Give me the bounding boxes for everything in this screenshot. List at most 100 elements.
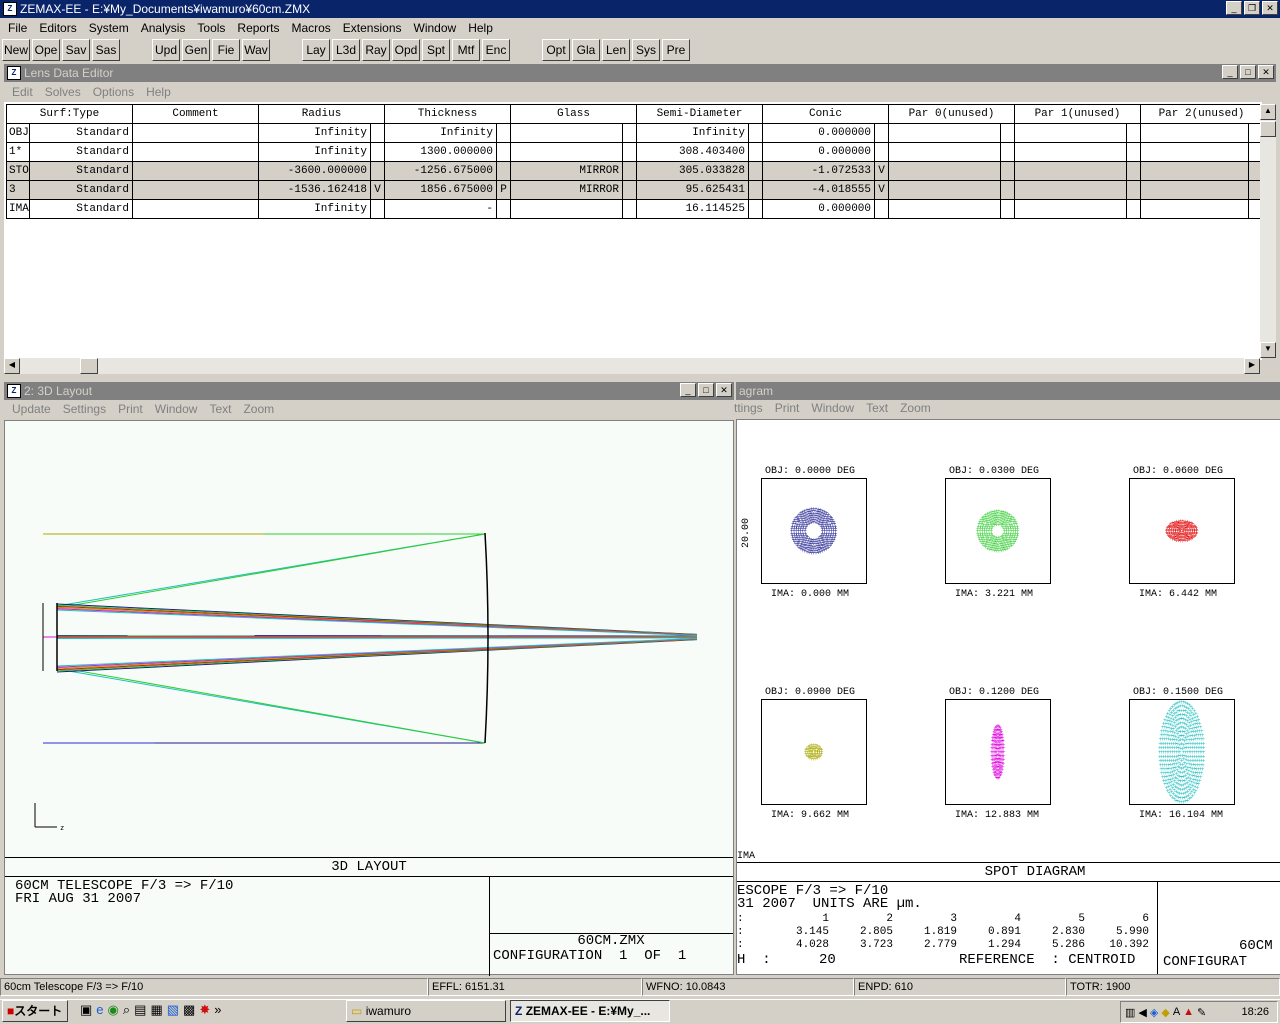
tray-icon[interactable]: ▥ <box>1125 1006 1135 1019</box>
radius-cell[interactable]: Infinity <box>258 142 371 162</box>
thickness-cell[interactable]: - <box>384 199 497 219</box>
par0-solve-cell[interactable] <box>1000 142 1015 162</box>
scroll-right-arrow-icon[interactable]: ▶ <box>1244 358 1260 374</box>
par1-cell[interactable] <box>1014 161 1127 181</box>
radius-solve-cell[interactable] <box>370 142 385 162</box>
toolbar-button-lay[interactable]: Lay <box>302 39 330 61</box>
close-button[interactable]: ✕ <box>1262 1 1278 15</box>
par2-cell[interactable] <box>1140 199 1249 219</box>
toolbar-button-new[interactable]: New <box>2 39 30 61</box>
par1-cell[interactable] <box>1014 199 1127 219</box>
surf-cell[interactable]: 3 <box>5 180 31 200</box>
par0-solve-cell[interactable] <box>1000 199 1015 219</box>
thickness-cell[interactable]: Infinity <box>384 123 497 143</box>
toolbar-button-gla[interactable]: Gla <box>572 39 600 61</box>
par0-cell[interactable] <box>888 180 1001 200</box>
lde-titlebar[interactable]: Z Lens Data Editor _ □ ✕ <box>4 64 1276 82</box>
restore-button[interactable]: ❐ <box>1244 1 1260 15</box>
minimize-button[interactable]: _ <box>680 383 696 397</box>
par0-cell[interactable] <box>888 161 1001 181</box>
spot-menu-text[interactable]: Text <box>860 401 894 415</box>
radius-solve-cell[interactable] <box>370 123 385 143</box>
radius-solve-cell[interactable] <box>370 161 385 181</box>
ie-icon[interactable]: e <box>96 1002 103 1018</box>
toolbar-button-pre[interactable]: Pre <box>662 39 690 61</box>
toolbar-button-spt[interactable]: Spt <box>422 39 450 61</box>
menu-window[interactable]: Window <box>408 21 463 35</box>
lde-menu-solves[interactable]: Solves <box>39 85 87 99</box>
semi-solve-cell[interactable] <box>748 180 763 200</box>
radius-cell[interactable]: -3600.000000 <box>258 161 371 181</box>
semi-solve-cell[interactable] <box>748 142 763 162</box>
spot-titlebar[interactable]: agram <box>736 382 1280 400</box>
par1-solve-cell[interactable] <box>1126 161 1141 181</box>
thickness-solve-cell[interactable]: P <box>496 180 511 200</box>
type-cell[interactable]: Standard <box>29 199 133 219</box>
menu-file[interactable]: File <box>2 21 33 35</box>
conic-cell[interactable]: 0.000000 <box>762 123 875 143</box>
close-button[interactable]: ✕ <box>716 383 732 397</box>
toolbar-button-mtf[interactable]: Mtf <box>452 39 480 61</box>
glass-solve-cell[interactable] <box>622 161 637 181</box>
glass-cell[interactable] <box>510 142 623 162</box>
toolbar-button-sys[interactable]: Sys <box>632 39 660 61</box>
network-icon[interactable]: ▧ <box>167 1002 179 1018</box>
glass-cell[interactable] <box>510 123 623 143</box>
type-cell[interactable]: Standard <box>29 180 133 200</box>
radius-cell[interactable]: Infinity <box>258 199 371 219</box>
layout-menu-window[interactable]: Window <box>149 402 204 416</box>
toolbar-button-len[interactable]: Len <box>602 39 630 61</box>
menu-macros[interactable]: Macros <box>285 21 336 35</box>
semi-solve-cell[interactable] <box>748 123 763 143</box>
toolbar-button-sas[interactable]: Sas <box>92 39 120 61</box>
conic-solve-cell[interactable] <box>874 199 889 219</box>
par1-cell[interactable] <box>1014 142 1127 162</box>
glass-solve-cell[interactable] <box>622 199 637 219</box>
lde-menu-edit[interactable]: Edit <box>6 85 39 99</box>
app-icon[interactable]: ✸ <box>199 1002 210 1018</box>
task-iwamuro[interactable]: ▭ iwamuro <box>346 1000 506 1022</box>
thickness-cell[interactable]: 1856.675000 <box>384 180 497 200</box>
monitor-icon[interactable]: ▤ <box>134 1002 146 1018</box>
tray-icon[interactable]: ✎ <box>1197 1006 1206 1019</box>
toolbar-button-wav[interactable]: Wav <box>242 39 270 61</box>
par0-cell[interactable] <box>888 199 1001 219</box>
layout-menu-settings[interactable]: Settings <box>57 402 112 416</box>
radius-solve-cell[interactable] <box>370 199 385 219</box>
spot-menu-window[interactable]: Window <box>805 401 860 415</box>
scroll-thumb[interactable] <box>80 358 98 374</box>
thickness-cell[interactable]: -1256.675000 <box>384 161 497 181</box>
thickness-solve-cell[interactable] <box>496 199 511 219</box>
toolbar-button-enc[interactable]: Enc <box>482 39 510 61</box>
ime-icon[interactable]: A <box>1173 1006 1180 1018</box>
par1-solve-cell[interactable] <box>1126 142 1141 162</box>
semi-solve-cell[interactable] <box>748 161 763 181</box>
layout-menu-print[interactable]: Print <box>112 402 149 416</box>
par0-solve-cell[interactable] <box>1000 180 1015 200</box>
glass-solve-cell[interactable] <box>622 142 637 162</box>
semi-diameter-cell[interactable]: Infinity <box>636 123 749 143</box>
radius-cell[interactable]: Infinity <box>258 123 371 143</box>
surf-cell[interactable]: IMA <box>5 199 31 219</box>
comment-cell[interactable] <box>132 123 259 143</box>
minimize-button[interactable]: _ <box>1222 65 1238 79</box>
spot-menu-print[interactable]: Print <box>769 401 806 415</box>
par2-cell[interactable] <box>1140 161 1249 181</box>
semi-solve-cell[interactable] <box>748 199 763 219</box>
lde-menu-options[interactable]: Options <box>87 85 140 99</box>
menu-reports[interactable]: Reports <box>231 21 285 35</box>
layout-titlebar[interactable]: Z 2: 3D Layout _ □ ✕ <box>4 382 734 400</box>
close-button[interactable]: ✕ <box>1258 65 1274 79</box>
par1-cell[interactable] <box>1014 180 1127 200</box>
scroll-thumb[interactable] <box>1260 121 1276 137</box>
comment-cell[interactable] <box>132 199 259 219</box>
semi-diameter-cell[interactable]: 308.403400 <box>636 142 749 162</box>
scroll-left-arrow-icon[interactable]: ◀ <box>4 358 20 374</box>
layout-menu-update[interactable]: Update <box>6 402 57 416</box>
toolbar-button-ope[interactable]: Ope <box>32 39 60 61</box>
surf-cell[interactable]: STO <box>5 161 31 181</box>
conic-cell[interactable]: 0.000000 <box>762 199 875 219</box>
lde-menu-help[interactable]: Help <box>140 85 177 99</box>
terminal-icon[interactable]: ▦ <box>150 1002 162 1018</box>
tray-icon[interactable]: ◆ <box>1161 1006 1169 1019</box>
